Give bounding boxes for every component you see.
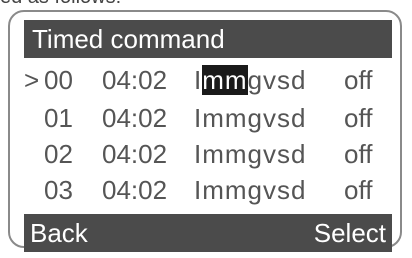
list-item[interactable]: 02 04:02 Immgvsd off <box>24 136 392 172</box>
days-selected[interactable]: mm <box>202 65 248 95</box>
caption-fragment: ed as follows: <box>0 0 121 8</box>
command-index: 00 <box>44 65 73 95</box>
command-state: off <box>344 139 373 169</box>
days-first: I <box>194 65 203 95</box>
list-item[interactable]: 03 04:02 Immgvsd off <box>24 172 392 208</box>
command-index: 03 <box>44 175 73 205</box>
back-button[interactable]: Back <box>30 214 88 252</box>
command-time: 04:02 <box>102 103 168 133</box>
screen-title: Timed command <box>24 20 392 58</box>
list-item[interactable]: 01 04:02 Immgvsd off <box>24 100 392 136</box>
command-time: 04:02 <box>102 175 168 205</box>
command-state: off <box>344 103 373 133</box>
command-time: 04:02 <box>102 65 168 95</box>
softkey-bar: Back Select <box>24 214 392 252</box>
days-rest: gvsd <box>247 65 307 95</box>
command-time: 04:02 <box>102 139 168 169</box>
command-state: off <box>344 65 373 95</box>
command-index: 02 <box>44 139 73 169</box>
command-days: Immgvsd <box>194 175 307 205</box>
command-days[interactable]: Immgvsd <box>194 62 306 98</box>
command-days: Immgvsd <box>194 103 307 133</box>
command-index: 01 <box>44 103 73 133</box>
select-button[interactable]: Select <box>314 214 386 252</box>
command-days: Immgvsd <box>194 139 307 169</box>
command-state: off <box>344 175 373 205</box>
lcd-screen: Timed command > 00 04:02 Immgvsd off 01 … <box>24 16 392 252</box>
list-item[interactable]: > 00 04:02 Immgvsd off <box>24 62 392 98</box>
selection-cursor-icon: > <box>24 65 40 95</box>
